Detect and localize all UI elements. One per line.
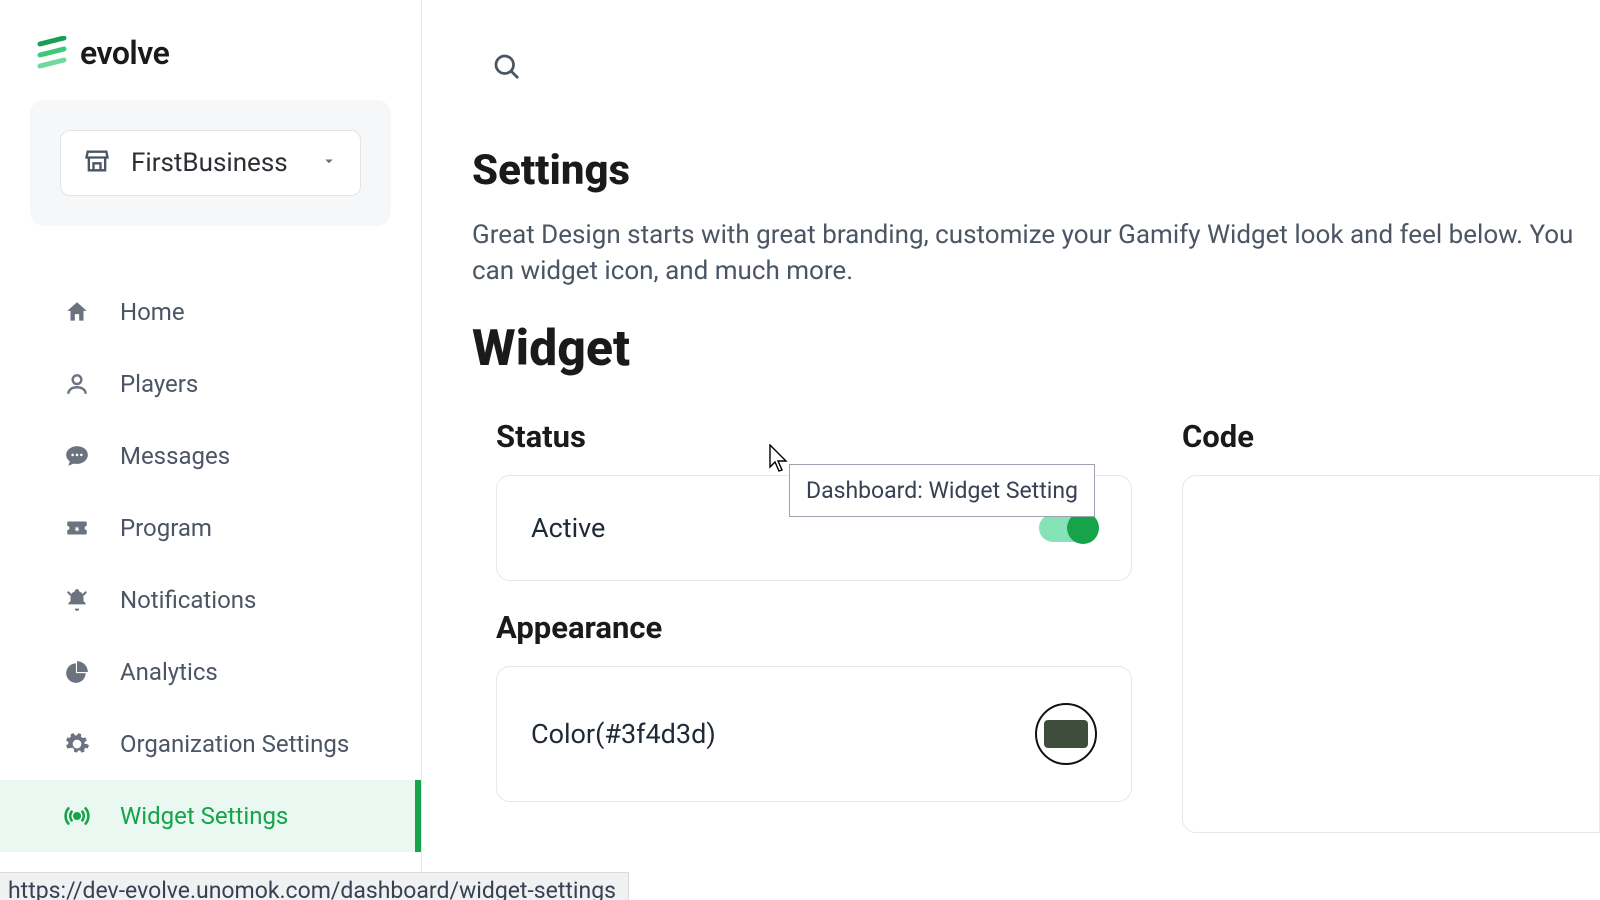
nav-players[interactable]: Players [0,348,421,420]
org-select[interactable]: FirstBusiness [60,130,361,196]
nav-label: Widget Settings [120,802,288,830]
bell-icon [62,587,92,613]
active-label: Active [531,512,605,544]
nav-label: Home [120,298,185,326]
nav-label: Notifications [120,586,256,614]
sidebar-nav: Home Players Messages Program [0,276,421,852]
nav-org-settings[interactable]: Organization Settings [0,708,421,780]
user-icon [62,371,92,397]
search-icon [491,51,521,85]
pie-chart-icon [62,659,92,685]
brand-logo-icon [36,36,70,70]
status-heading: Status [496,418,1132,455]
color-swatch-button[interactable] [1035,703,1097,765]
tooltip: Dashboard: Widget Setting [789,464,1095,517]
org-picker-panel: FirstBusiness [30,100,391,226]
main-content: Settings Great Design starts with great … [422,0,1600,900]
color-swatch [1044,720,1088,748]
code-box[interactable] [1182,475,1600,833]
color-card: Color(#3f4d3d) [496,666,1132,802]
home-icon [62,299,92,325]
broadcast-icon [62,803,92,829]
nav-label: Analytics [120,658,218,686]
org-selected-label: FirstBusiness [131,148,300,178]
widget-heading: Widget [472,320,1600,378]
page-description: Great Design starts with great branding,… [472,217,1600,290]
nav-widget-settings[interactable]: Widget Settings [0,780,421,852]
page-title: Settings [472,146,1600,195]
nav-analytics[interactable]: Analytics [0,636,421,708]
topbar [422,40,1600,116]
gear-icon [62,731,92,757]
nav-program[interactable]: Program [0,492,421,564]
nav-home[interactable]: Home [0,276,421,348]
nav-notifications[interactable]: Notifications [0,564,421,636]
appearance-heading: Appearance [496,609,1132,646]
nav-label: Players [120,370,198,398]
chevron-down-icon [320,152,338,174]
active-toggle[interactable] [1039,514,1097,542]
brand-logo: evolve [0,30,421,100]
color-label: Color(#3f4d3d) [531,718,716,750]
browser-status-url: https://dev-evolve.unomok.com/dashboard/… [0,872,629,900]
storefront-icon [83,147,111,179]
search-button[interactable] [488,50,524,86]
ticket-icon [62,515,92,541]
chat-icon [62,443,92,469]
code-heading: Code [1182,418,1600,455]
nav-label: Program [120,514,212,542]
sidebar: evolve FirstBusiness Home [0,0,422,900]
brand-name: evolve [80,34,169,72]
nav-messages[interactable]: Messages [0,420,421,492]
nav-label: Messages [120,442,230,470]
nav-label: Organization Settings [120,730,349,758]
